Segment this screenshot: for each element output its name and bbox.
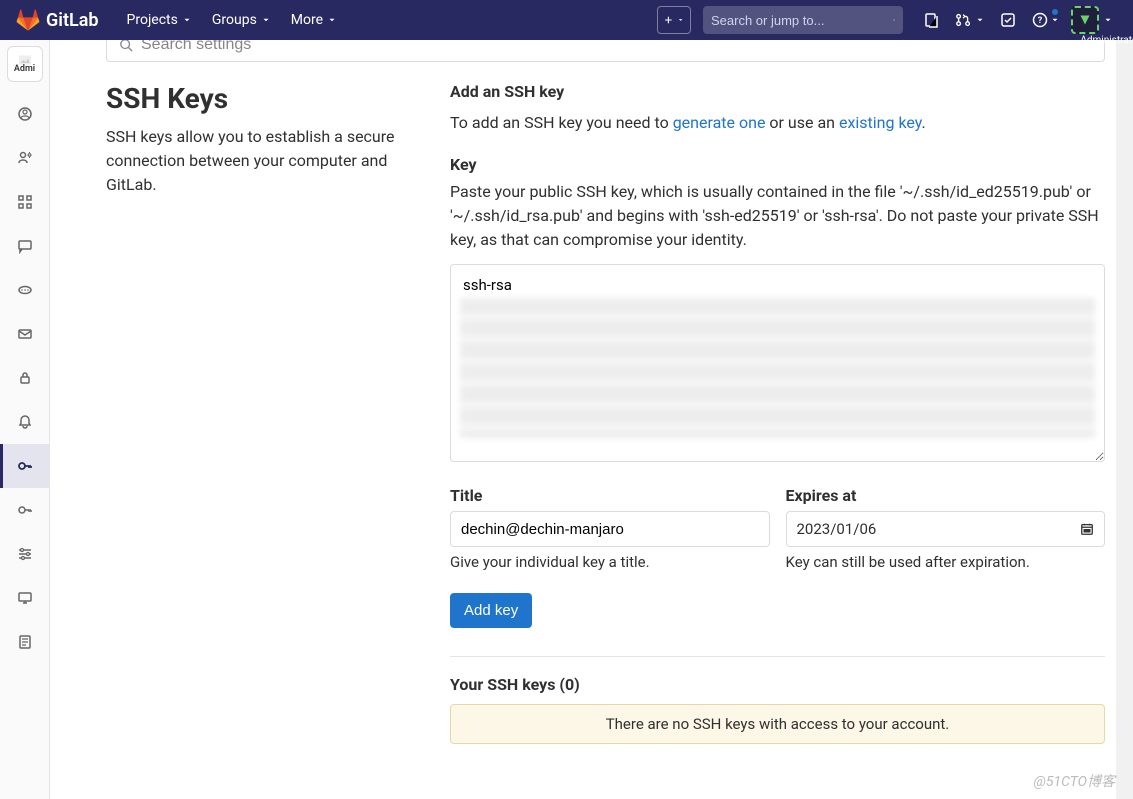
- expires-input[interactable]: 2023/01/06: [786, 511, 1106, 547]
- nav-projects[interactable]: Projects: [117, 0, 202, 40]
- top-navbar: GitLab Projects Groups More ?: [0, 0, 1133, 40]
- gitlab-logo[interactable]: GitLab: [16, 8, 99, 32]
- chevron-down-icon: [327, 15, 337, 25]
- chevron-down-icon: [261, 15, 271, 25]
- main-content: SSH Keys SSH keys allow you to establish…: [50, 28, 1133, 799]
- key-help: Paste your public SSH key, which is usua…: [450, 180, 1105, 252]
- watermark: @51CTO博客: [1034, 771, 1115, 791]
- search-icon: [893, 13, 895, 27]
- left-sidebar: Admi: [0, 40, 50, 799]
- sidebar-item-access-tokens[interactable]: [0, 268, 50, 312]
- svg-text:?: ?: [1038, 16, 1043, 26]
- tanuki-icon: [16, 8, 40, 32]
- todo-icon: [1000, 12, 1016, 28]
- sidebar-item-password[interactable]: [0, 356, 50, 400]
- todos-button[interactable]: [991, 6, 1025, 34]
- search-icon: [119, 38, 133, 52]
- sidebar-item-notifications[interactable]: [0, 400, 50, 444]
- plus-icon: [664, 14, 673, 26]
- sidebar-item-gpg-keys[interactable]: [0, 488, 50, 532]
- existing-key-link[interactable]: existing key: [839, 113, 922, 132]
- expires-label: Expires at: [786, 486, 1106, 505]
- brand-text: GitLab: [46, 10, 99, 31]
- sidebar-item-preferences[interactable]: [0, 532, 50, 576]
- sidebar-item-chat[interactable]: [0, 224, 50, 268]
- generate-one-link[interactable]: generate one: [673, 113, 766, 132]
- merge-request-icon: [955, 12, 973, 28]
- issues-icon: [924, 12, 940, 28]
- page-description: SSH keys allow you to establish a secure…: [106, 125, 426, 197]
- expires-hint: Key can still be used after expiration.: [786, 553, 1106, 571]
- help-icon: ?: [1032, 12, 1048, 28]
- title-hint: Give your individual key a title.: [450, 553, 770, 571]
- title-input[interactable]: [450, 511, 770, 547]
- sidebar-item-applications[interactable]: [0, 180, 50, 224]
- empty-keys-alert: There are no SSH keys with access to you…: [450, 704, 1105, 744]
- nav-more[interactable]: More: [281, 0, 347, 40]
- notification-dot: [1051, 8, 1059, 16]
- chevron-down-icon: [975, 15, 985, 25]
- add-key-heading: Add an SSH key: [450, 82, 1105, 101]
- chevron-down-icon: [1103, 15, 1113, 25]
- user-label: Administrator: [1080, 35, 1133, 46]
- sidebar-item-active-sessions[interactable]: [0, 576, 50, 620]
- sidebar-item-emails[interactable]: [0, 312, 50, 356]
- sidebar-item-ssh-keys[interactable]: [0, 444, 50, 488]
- broken-image-icon: [19, 55, 31, 65]
- issues-button[interactable]: [915, 6, 949, 34]
- page-title: SSH Keys: [106, 82, 426, 115]
- help-button[interactable]: ?: [1029, 6, 1063, 34]
- sidebar-avatar[interactable]: Admi: [7, 46, 43, 82]
- chevron-down-icon: [1050, 15, 1060, 25]
- calendar-icon: [1080, 522, 1094, 536]
- new-dropdown[interactable]: [657, 6, 691, 34]
- add-key-intro: To add an SSH key you need to generate o…: [450, 111, 1105, 135]
- avatar-icon: [1071, 6, 1099, 34]
- chevron-down-icon: [677, 15, 684, 25]
- key-label: Key: [450, 155, 1105, 174]
- merge-requests-button[interactable]: [953, 6, 987, 34]
- add-key-button[interactable]: Add key: [450, 593, 532, 628]
- sidebar-item-profile[interactable]: [0, 92, 50, 136]
- global-search[interactable]: [703, 6, 903, 34]
- divider: [450, 656, 1105, 657]
- sidebar-item-account[interactable]: [0, 136, 50, 180]
- nav-groups[interactable]: Groups: [202, 0, 281, 40]
- your-keys-heading: Your SSH keys (0): [450, 675, 1105, 694]
- search-input[interactable]: [711, 13, 887, 28]
- ssh-key-textarea[interactable]: ssh-rsa: [450, 264, 1105, 462]
- sidebar-item-authentication-log[interactable]: [0, 620, 50, 664]
- user-menu[interactable]: Administrator: [1067, 6, 1117, 34]
- chevron-down-icon: [182, 15, 192, 25]
- title-label: Title: [450, 486, 770, 505]
